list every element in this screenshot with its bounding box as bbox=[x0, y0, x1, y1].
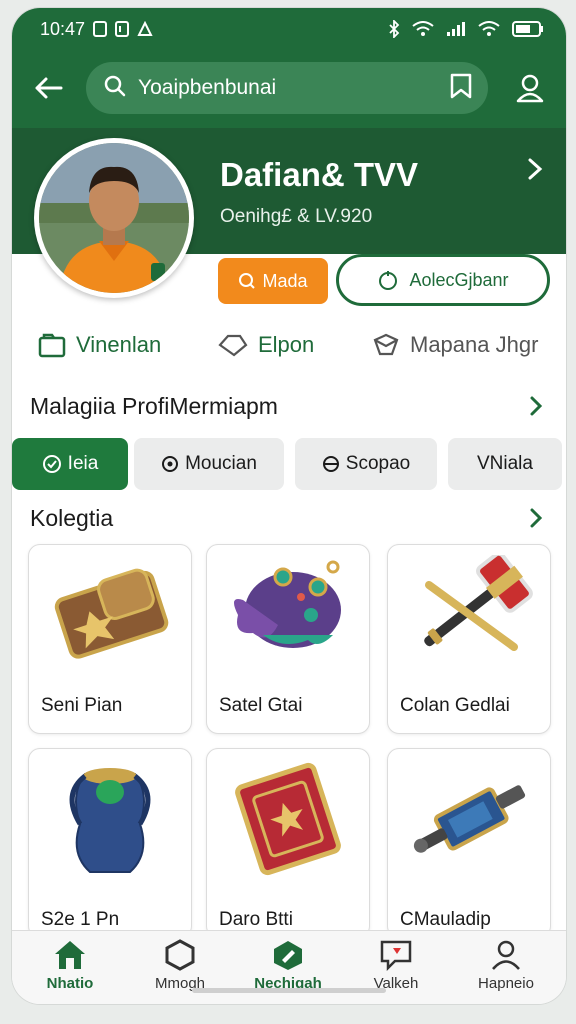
folder-icon bbox=[38, 333, 66, 358]
wifi-icon bbox=[412, 21, 434, 37]
vase-icon bbox=[29, 749, 191, 889]
tab-label: Moucian bbox=[185, 453, 257, 474]
nav-hapneio[interactable]: Hapneio bbox=[456, 939, 556, 999]
item-card[interactable]: CMauladip bbox=[387, 748, 551, 938]
search-icon bbox=[104, 75, 126, 102]
tab-label: Scopao bbox=[345, 453, 411, 474]
chevron-right-icon[interactable] bbox=[524, 394, 548, 418]
wifi-icon bbox=[478, 21, 500, 37]
signal-icon bbox=[446, 21, 466, 37]
tab-ieia[interactable]: Ieia bbox=[12, 438, 128, 490]
creature-icon bbox=[207, 545, 369, 675]
chat-icon bbox=[380, 940, 412, 971]
bookmark-icon[interactable] bbox=[448, 72, 474, 105]
device-icon bbox=[388, 749, 550, 889]
user-icon bbox=[516, 74, 544, 103]
item-card[interactable]: Colan Gedlai bbox=[387, 544, 551, 734]
home-indicator bbox=[192, 988, 386, 993]
top-bar: Yoaipbenbunai bbox=[12, 50, 566, 128]
nav-label: Nhatio bbox=[46, 975, 94, 992]
hexagon-icon bbox=[165, 939, 195, 971]
stat-label: Vinenlan bbox=[76, 332, 162, 357]
tab-vniala[interactable]: VNiala bbox=[448, 438, 562, 490]
app-icon bbox=[137, 21, 153, 37]
tab-scopao[interactable]: Scopao bbox=[295, 438, 437, 490]
tab-moucian[interactable]: Moucian bbox=[134, 438, 284, 490]
follow-button-label: Mada bbox=[262, 270, 308, 291]
profile-button[interactable] bbox=[510, 68, 550, 108]
nav-home[interactable]: Nhatio bbox=[20, 939, 120, 999]
search-input[interactable]: Yoaipbenbunai bbox=[138, 76, 448, 100]
profile-subtitle: Oenihg£ & LV.920 bbox=[220, 206, 373, 227]
tab-label: Ieia bbox=[67, 453, 99, 474]
cube-icon bbox=[373, 333, 399, 356]
tab-label: VNiala bbox=[477, 453, 533, 474]
wallet-icon bbox=[29, 545, 191, 675]
nav-label: Hapneio bbox=[478, 975, 534, 992]
stat-item[interactable]: Elpon bbox=[218, 332, 314, 358]
status-bar: 10:47 bbox=[12, 8, 566, 50]
edit-icon bbox=[274, 941, 302, 970]
check-circle-icon bbox=[42, 455, 61, 473]
back-button[interactable] bbox=[28, 68, 68, 108]
item-label: S2e 1 Pn bbox=[41, 909, 120, 930]
item-label: Satel Gtai bbox=[219, 695, 303, 716]
item-label: CMauladip bbox=[400, 909, 491, 930]
stat-label: Elpon bbox=[258, 332, 315, 357]
phone-screen: 10:47 Yoaipbenbunai Dafian& TVV Oenihg£ … bbox=[12, 8, 566, 1004]
avatar[interactable] bbox=[34, 138, 194, 298]
stats-row: Vinenlan Elpon Mapana Jhgr bbox=[12, 320, 566, 370]
item-card[interactable]: Satel Gtai bbox=[206, 544, 370, 734]
notification-icon bbox=[93, 21, 108, 37]
status-time: 10:47 bbox=[40, 18, 86, 39]
home-icon bbox=[55, 941, 85, 969]
battery-icon bbox=[512, 21, 544, 37]
chevron-right-icon[interactable] bbox=[520, 154, 550, 184]
hammer-icon bbox=[388, 545, 550, 675]
stat-label: Mapana Jhgr bbox=[410, 332, 539, 357]
book-icon bbox=[207, 749, 369, 889]
stat-item[interactable]: Mapana Jhgr bbox=[372, 332, 538, 358]
refresh-icon bbox=[379, 271, 398, 290]
chevron-right-icon[interactable] bbox=[524, 506, 548, 530]
search-icon bbox=[239, 273, 256, 289]
profile-icon bbox=[492, 940, 520, 970]
settings-icon bbox=[162, 456, 179, 472]
section-title: Malagiia ProfiMermiapm bbox=[30, 392, 278, 419]
action-button-label: AolecGjbanr bbox=[409, 269, 509, 290]
tag-icon bbox=[218, 334, 248, 357]
follow-button[interactable]: Mada bbox=[218, 258, 328, 304]
item-card[interactable]: Seni Pian bbox=[28, 544, 192, 734]
item-label: Daro Btti bbox=[219, 909, 293, 930]
item-card[interactable]: S2e 1 Pn bbox=[28, 748, 192, 938]
bluetooth-icon bbox=[388, 20, 400, 38]
action-button[interactable]: AolecGjbanr bbox=[336, 254, 550, 306]
section-title: Kolegtia bbox=[30, 504, 114, 531]
filter-tabs: Ieia Moucian Scopao VNiala bbox=[12, 438, 566, 492]
item-label: Colan Gedlai bbox=[400, 695, 510, 716]
arrow-left-icon bbox=[35, 77, 63, 99]
stat-item[interactable]: Vinenlan bbox=[38, 332, 161, 358]
item-card[interactable]: Daro Btti bbox=[206, 748, 370, 938]
profile-section-header[interactable]: Malagiia ProfiMermiapm bbox=[12, 386, 566, 426]
collection-section-header[interactable]: Kolegtia bbox=[12, 498, 566, 538]
scope-icon bbox=[322, 456, 339, 472]
notification-icon bbox=[115, 21, 130, 37]
profile-name: Dafian& TVV bbox=[220, 156, 419, 193]
item-label: Seni Pian bbox=[41, 695, 123, 716]
search-bar[interactable]: Yoaipbenbunai bbox=[86, 62, 488, 114]
